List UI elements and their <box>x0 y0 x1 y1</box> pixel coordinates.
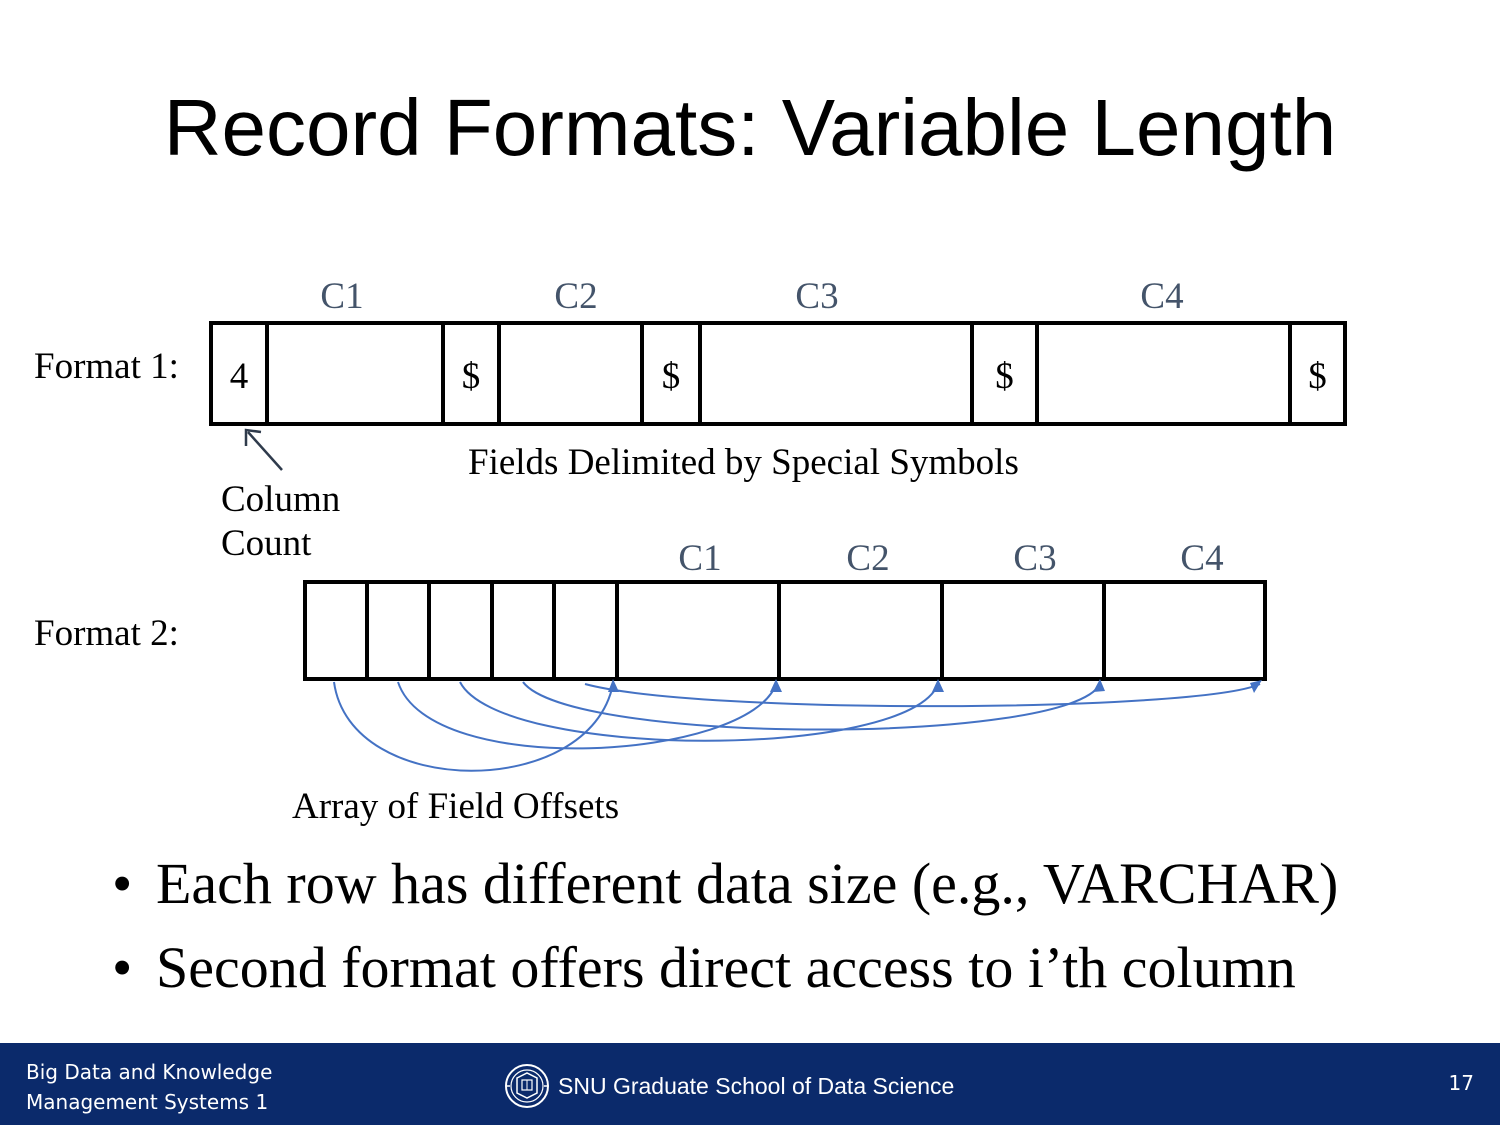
format2-column-c1: C1 <box>678 538 722 579</box>
format2-record-box <box>303 580 1267 681</box>
footer-course-line2: Management Systems 1 <box>26 1090 269 1114</box>
slide: Record Formats: Variable Length Format 1… <box>0 0 1500 1125</box>
format1-column-count-value: 4 <box>229 356 249 397</box>
bullet-text: Second format offers direct access to i’… <box>156 935 1296 1000</box>
format2-column-c3: C3 <box>1013 538 1057 579</box>
format2-column-c4: C4 <box>1180 538 1224 579</box>
bullet-item: • Each row has different data size (e.g.… <box>112 850 1412 934</box>
column-count-caption: Column Count <box>221 478 340 565</box>
format2-column-c2: C2 <box>846 538 890 579</box>
format2-label: Format 2: <box>34 613 179 654</box>
footer-course-line1: Big Data and Knowledge <box>26 1060 273 1084</box>
offset-arrow-c1 <box>333 681 614 772</box>
format2-caption: Array of Field Offsets <box>292 786 620 827</box>
footer-school-name: SNU Graduate School of Data Science <box>558 1072 955 1099</box>
format1-delimiter: $ <box>995 356 1014 397</box>
footer-school: SNU Graduate School of Data Science <box>502 1063 954 1109</box>
bullet-item: • Second format offers direct access to … <box>112 934 1412 1018</box>
bullet-list: • Each row has different data size (e.g.… <box>112 850 1412 1018</box>
format1-delimiter: $ <box>461 356 481 397</box>
format1-delimiter: $ <box>661 356 681 397</box>
footer-bar: Big Data and Knowledge Management System… <box>0 1043 1500 1125</box>
slide-number: 17 <box>1448 1071 1474 1095</box>
bullet-text: Each row has different data size (e.g., … <box>156 851 1339 916</box>
bullet-symbol: • <box>112 935 133 1000</box>
offset-arrows <box>333 681 1261 772</box>
column-count-caption-line2: Count <box>221 522 312 564</box>
offset-arrow-c2 <box>397 681 777 750</box>
column-count-arrow <box>247 431 283 471</box>
bullet-symbol: • <box>112 851 133 916</box>
offset-arrowheads <box>608 679 1262 693</box>
column-count-caption-line1: Column <box>221 479 341 520</box>
format1-delimiter: $ <box>1308 356 1327 397</box>
footer-course-title: Big Data and Knowledge Management System… <box>26 1057 272 1117</box>
format1-caption: Fields Delimited by Special Symbols <box>468 442 1019 483</box>
arrowhead <box>1250 680 1262 693</box>
format1-record-box <box>209 321 1347 426</box>
university-seal-icon <box>505 1064 549 1108</box>
